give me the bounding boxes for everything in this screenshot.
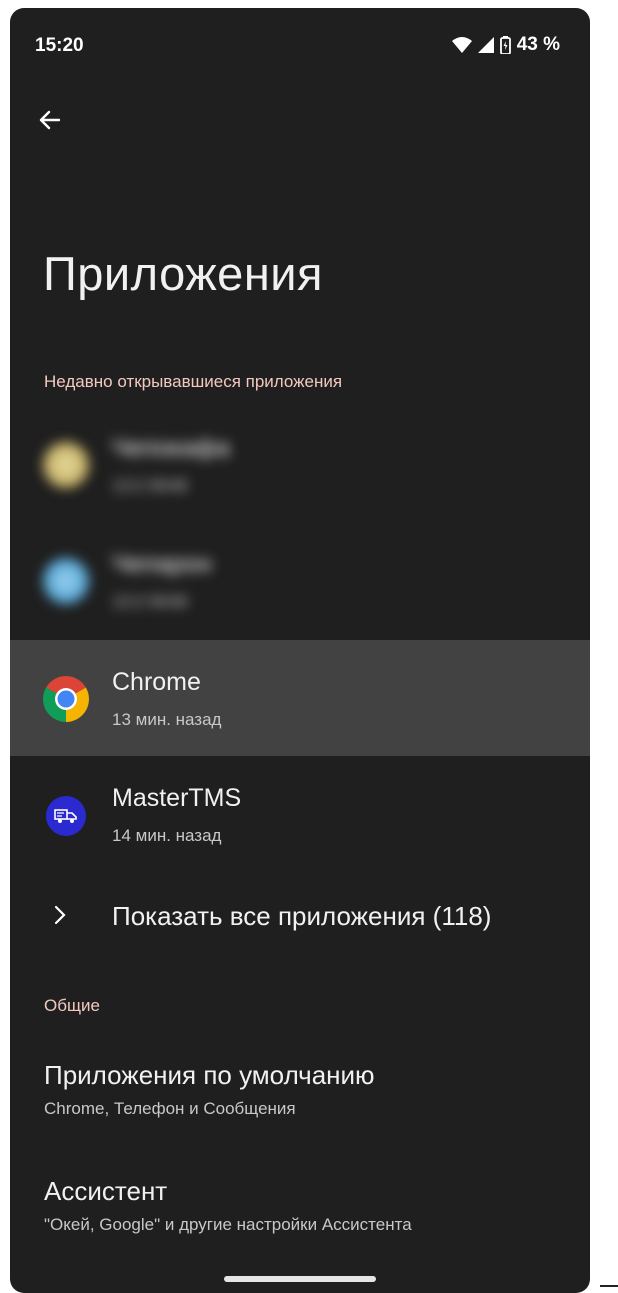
app-last-used: 14 мин. назад [112,826,222,845]
app-last-used: 13:2 8048 [112,592,188,611]
divider [600,1285,618,1287]
recent-app-item-mastertms[interactable]: MasterTMS 14 мин. назад [10,756,590,872]
recent-app-item[interactable]: Чепарон 13:2 8048 [10,522,590,638]
app-last-used: 13:2 8048 [112,476,188,495]
show-all-apps-label: Показать все приложения (118) [112,901,492,931]
app-last-used: 13 мин. назад [112,710,222,729]
chevron-right-icon [52,904,68,931]
phone-screen: 15:20 43 % Приложения Недавно открывавши… [10,8,590,1293]
page-title: Приложения [43,247,323,300]
wifi-icon [451,37,472,53]
signal-icon [477,37,494,53]
recent-apps-header: Недавно открывавшиеся приложения [44,372,343,391]
assistant-setting[interactable]: Ассистент "Окей, Google" и другие настро… [44,1176,584,1235]
status-icons: 43 % [451,34,560,56]
setting-title: Приложения по умолчанию [44,1060,375,1090]
default-apps-setting[interactable]: Приложения по умолчанию Chrome, Телефон … [44,1060,584,1119]
battery-icon [499,36,511,54]
blue-app-icon [43,558,89,604]
show-all-apps-button[interactable]: Показать все приложения (118) [10,888,590,948]
setting-title: Ассистент [44,1176,168,1206]
status-time: 15:20 [35,35,84,56]
app-name: Чепарон [112,550,212,578]
app-name: Чепокафа [112,434,230,462]
general-section-header: Общие [44,996,100,1015]
status-bar: 15:20 43 % [10,8,590,80]
chrome-icon [43,676,89,722]
setting-subtitle: Chrome, Телефон и Сообщения [44,1099,296,1118]
back-button[interactable] [32,104,68,140]
yellow-app-icon [43,442,89,488]
recent-app-item-chrome[interactable]: Chrome 13 мин. назад [10,640,590,756]
mastertms-icon [46,796,86,836]
app-name: MasterTMS [112,784,242,812]
battery-percent: 43 % [516,34,560,55]
recent-app-item[interactable]: Чепокафа 13:2 8048 [10,406,590,522]
setting-subtitle: "Окей, Google" и другие настройки Ассист… [44,1215,412,1234]
back-arrow-icon [38,108,62,137]
gesture-navigation-bar[interactable] [224,1276,376,1282]
app-name: Chrome [112,668,201,696]
